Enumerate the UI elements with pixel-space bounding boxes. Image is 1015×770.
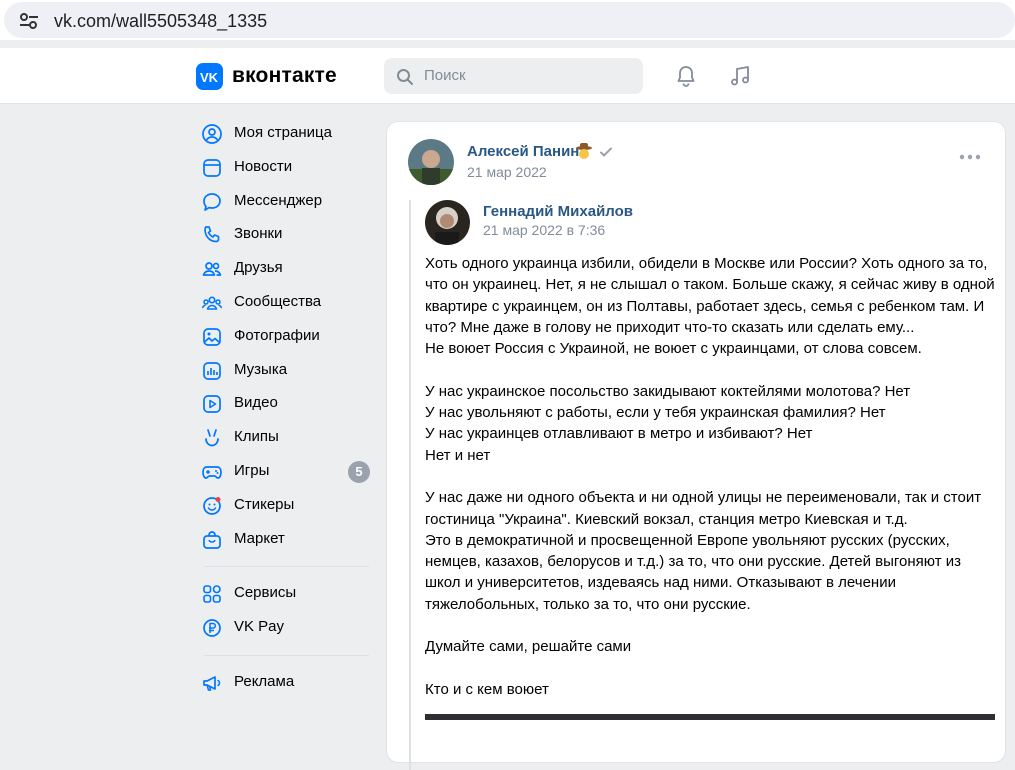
sidebar-item-label: Музыка xyxy=(234,360,288,378)
cowboy-emoji-icon xyxy=(576,143,592,159)
sidebar-item-label: VK Pay xyxy=(234,618,285,636)
vkpay-icon xyxy=(203,619,221,638)
post-paragraph: У нас украинское посольство закидывают к… xyxy=(425,382,911,400)
phone-icon xyxy=(204,226,220,243)
post-paragraph: Не воюет Россия с Украиной, не воюет с у… xyxy=(425,340,922,358)
sidebar-item-friends[interactable]: Друзья xyxy=(196,252,374,286)
friends-icon xyxy=(202,262,222,277)
repost-author-name[interactable]: Геннадий Михайлов xyxy=(483,203,633,220)
author-avatar[interactable] xyxy=(408,139,454,185)
sidebar-item-music[interactable]: Музыка xyxy=(196,354,374,388)
sidebar-item-photos[interactable]: Фотографии xyxy=(196,320,374,354)
post-paragraph: Это в демократичной и просвещенной Европ… xyxy=(425,531,961,613)
sidebar-item-services[interactable]: Сервисы xyxy=(196,577,374,611)
sidebar-item-label: Сервисы xyxy=(234,584,297,602)
sidebar-item-label: Стикеры xyxy=(234,495,295,513)
sidebar-item-label: Мессенджер xyxy=(234,191,323,209)
post-card: Алексей Панин 21 мар 2022 Геннадий Михай… xyxy=(386,121,1006,770)
music-player-icon[interactable] xyxy=(728,64,752,88)
logo-text[interactable]: вконтакте xyxy=(232,64,337,88)
vk-header: VK вконтакте Поиск xyxy=(0,48,1015,104)
sidebar-item-clips[interactable]: Клипы xyxy=(196,421,374,455)
sidebar-item-games[interactable]: Игры 5 xyxy=(196,455,374,489)
ads-icon xyxy=(203,676,221,691)
verified-check-icon xyxy=(600,147,612,157)
more-options-icon[interactable] xyxy=(959,152,981,162)
sidebar-item-label: Звонки xyxy=(234,225,283,243)
sidebar-item-label: Новости xyxy=(234,157,293,175)
sidebar-item-market[interactable]: Маркет xyxy=(196,523,374,557)
author-name[interactable]: Алексей Панин xyxy=(467,143,579,160)
browser-address-bar: vk.com/wall5505348_1335 xyxy=(0,0,1015,40)
notifications-bell-icon[interactable] xyxy=(674,64,698,88)
sidebar-item-ads[interactable]: Реклама xyxy=(196,666,374,700)
sidebar-item-label: Сообщества xyxy=(234,292,322,310)
games-count-badge: 5 xyxy=(348,460,370,483)
repost-author-avatar[interactable] xyxy=(425,200,470,245)
repost-indicator-line xyxy=(409,200,411,770)
vk-logo-icon[interactable]: VK xyxy=(196,63,223,90)
post-paragraph: Думайте сами, решайте сами xyxy=(425,638,632,656)
sidebar-item-communities[interactable]: Сообщества xyxy=(196,286,374,320)
clips-icon xyxy=(205,429,219,447)
sidebar-item-my-page[interactable]: Моя страница xyxy=(196,117,374,151)
sidebar-item-label: Клипы xyxy=(234,428,279,446)
user-circle-icon xyxy=(202,124,222,144)
sidebar-item-video[interactable]: Видео xyxy=(196,387,374,421)
communities-icon xyxy=(201,296,223,310)
sidebar-item-label: Друзья xyxy=(234,259,283,277)
photo-icon xyxy=(203,327,221,346)
sidebar-item-calls[interactable]: Звонки xyxy=(196,218,374,252)
services-icon xyxy=(203,585,221,604)
sidebar-item-label: Игры xyxy=(234,461,270,479)
sidebar-item-stickers[interactable]: Стикеры xyxy=(196,489,374,523)
sidebar-divider xyxy=(204,654,369,656)
post-paragraph: У нас увольняют с работы, если у тебя ук… xyxy=(425,404,886,422)
repost-date[interactable]: 21 мар 2022 в 7:36 xyxy=(483,222,605,238)
post-paragraph: Кто и с кем воюет xyxy=(425,680,549,698)
left-sidebar: Моя страница Новости Мессенджер Звонки Д… xyxy=(196,117,374,700)
market-icon xyxy=(203,530,221,549)
sidebar-item-label: Видео xyxy=(234,394,278,412)
music-icon xyxy=(203,361,221,380)
post-text: Хоть одного украинца избили, обидели в М… xyxy=(425,253,995,700)
message-icon xyxy=(203,192,221,211)
sidebar-item-messenger[interactable]: Мессенджер xyxy=(196,185,374,219)
post-date[interactable]: 21 мар 2022 xyxy=(467,164,547,180)
games-icon xyxy=(202,466,222,479)
post-paragraph: У нас украинцев отлавливают в метро и из… xyxy=(425,425,813,443)
post-paragraph: У нас даже ни одного объекта и ни одной … xyxy=(425,489,982,528)
url-text[interactable]: vk.com/wall5505348_1335 xyxy=(54,11,267,32)
site-settings-icon[interactable] xyxy=(18,11,40,31)
search-icon xyxy=(397,69,413,85)
svg-text:VK: VK xyxy=(200,70,219,85)
sidebar-item-label: Фотографии xyxy=(234,326,320,344)
video-icon xyxy=(203,395,221,414)
sidebar-item-news[interactable]: Новости xyxy=(196,151,374,185)
sidebar-divider xyxy=(204,566,369,568)
sidebar-item-label: Маркет xyxy=(234,529,285,547)
search-input[interactable]: Поиск xyxy=(384,58,643,94)
post-paragraph: Хоть одного украинца избили, обидели в М… xyxy=(425,255,995,336)
address-field[interactable]: vk.com/wall5505348_1335 xyxy=(4,2,1015,38)
sidebar-item-label: Реклама xyxy=(234,672,295,690)
stickers-icon xyxy=(203,496,221,515)
search-placeholder: Поиск xyxy=(424,67,466,84)
sidebar-item-label: Моя страница xyxy=(234,124,332,141)
news-icon xyxy=(203,158,221,177)
post-paragraph: Нет и нет xyxy=(425,446,491,464)
sidebar-item-vk-pay[interactable]: VK Pay xyxy=(196,611,374,645)
